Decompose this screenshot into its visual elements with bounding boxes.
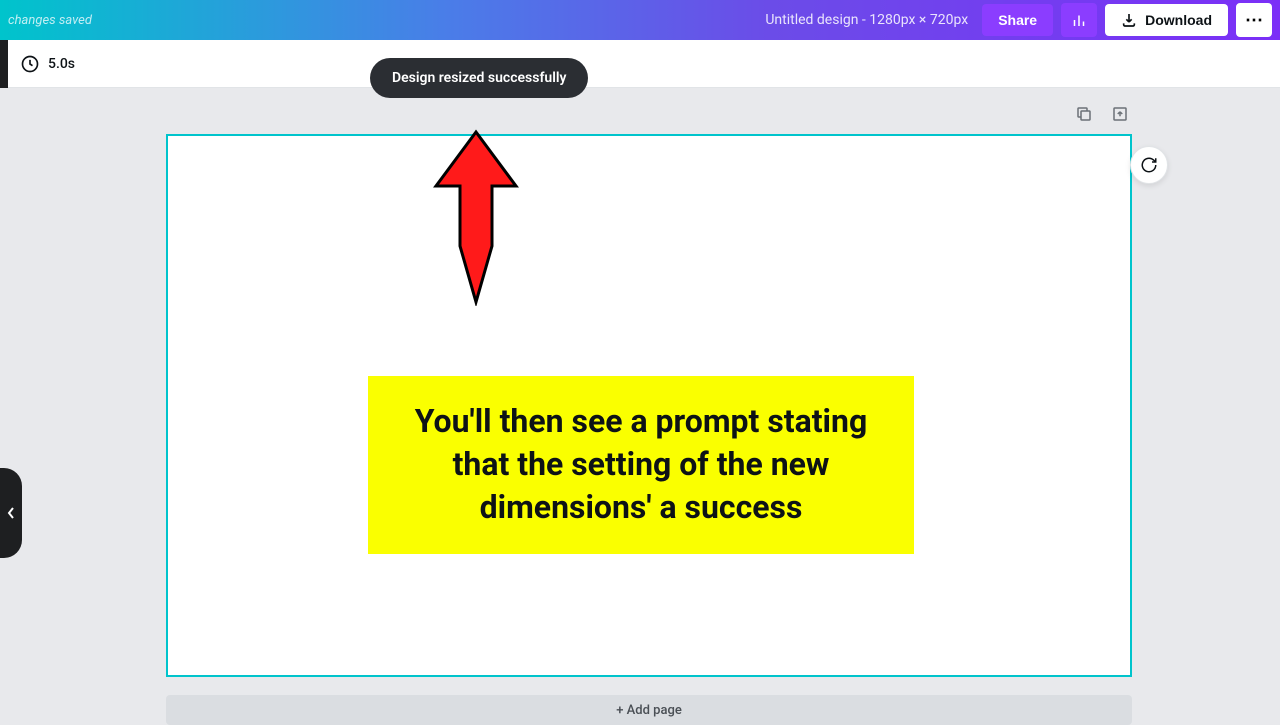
share-button[interactable]: Share bbox=[982, 4, 1053, 36]
download-button[interactable]: Download bbox=[1105, 4, 1228, 36]
design-canvas[interactable]: You'll then see a prompt stating that th… bbox=[166, 134, 1132, 677]
refresh-icon bbox=[1140, 156, 1158, 174]
chevron-left-icon bbox=[6, 506, 16, 520]
bar-chart-icon bbox=[1070, 11, 1088, 29]
ellipsis-icon: ⋯ bbox=[1245, 10, 1263, 31]
add-page-label: + Add page bbox=[616, 703, 682, 718]
duration-value[interactable]: 5.0s bbox=[48, 56, 75, 72]
upload-icon bbox=[1111, 105, 1129, 123]
arrow-annotation-icon bbox=[430, 128, 522, 306]
canvas-workspace: You'll then see a prompt stating that th… bbox=[0, 88, 1280, 720]
refresh-button[interactable] bbox=[1130, 146, 1168, 184]
header-actions: Untitled design - 1280px × 720px Share D… bbox=[765, 3, 1272, 37]
top-header: changes saved Untitled design - 1280px ×… bbox=[0, 0, 1280, 40]
save-status: changes saved bbox=[8, 13, 92, 28]
callout-text: You'll then see a prompt stating that th… bbox=[415, 402, 868, 526]
duplicate-icon bbox=[1075, 105, 1093, 123]
download-label: Download bbox=[1145, 12, 1212, 28]
annotation-callout[interactable]: You'll then see a prompt stating that th… bbox=[368, 376, 914, 554]
export-page-button[interactable] bbox=[1108, 102, 1132, 126]
toast-message: Design resized successfully bbox=[392, 70, 566, 86]
download-icon bbox=[1121, 12, 1137, 28]
clock-icon bbox=[20, 54, 40, 74]
toolbar: 5.0s bbox=[0, 40, 1280, 88]
page-controls bbox=[1072, 102, 1132, 126]
duplicate-page-button[interactable] bbox=[1072, 102, 1096, 126]
toast-notification: Design resized successfully bbox=[370, 58, 588, 98]
document-title[interactable]: Untitled design - 1280px × 720px bbox=[765, 12, 968, 28]
analytics-button[interactable] bbox=[1061, 3, 1097, 37]
more-options-button[interactable]: ⋯ bbox=[1236, 3, 1272, 37]
add-page-button[interactable]: + Add page bbox=[166, 695, 1132, 725]
sidebar-collapse-handle[interactable] bbox=[0, 468, 22, 558]
